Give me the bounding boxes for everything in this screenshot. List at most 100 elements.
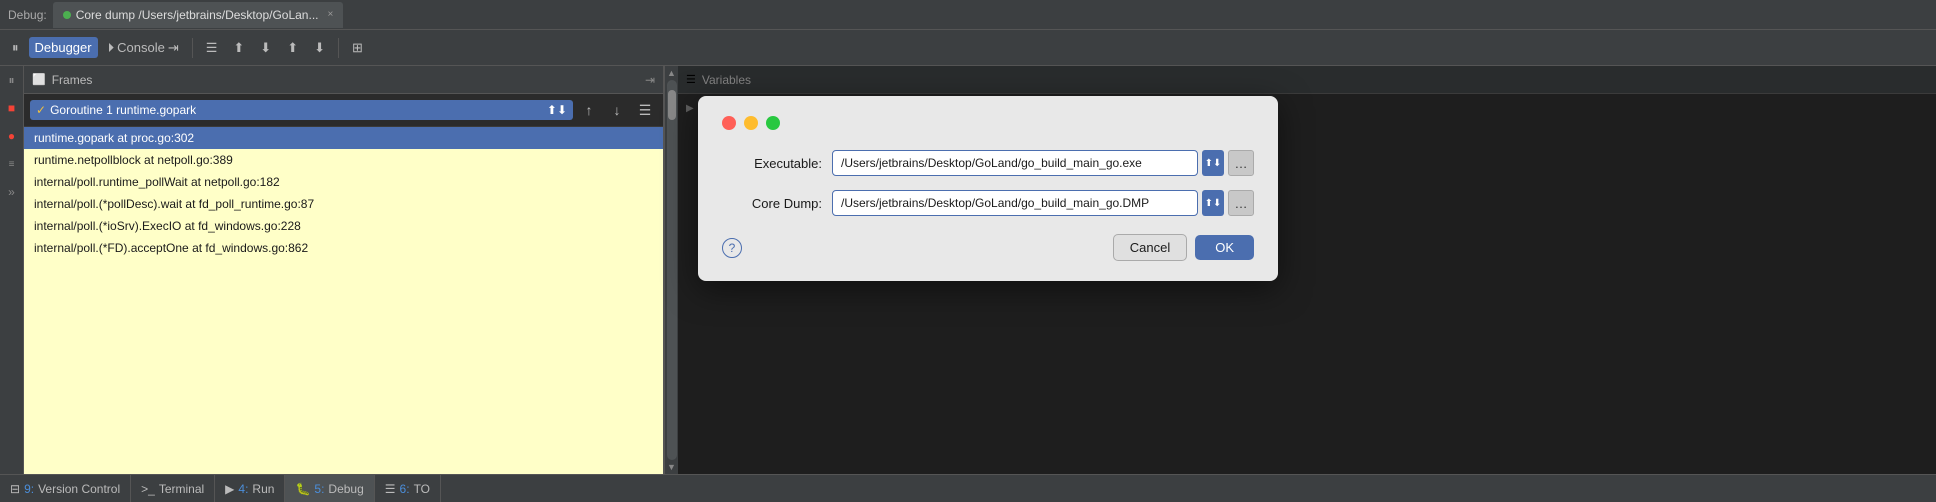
coredump-dropdown-btn[interactable]: ⬆⬇ bbox=[1202, 190, 1224, 216]
coredump-ellipsis-btn[interactable]: … bbox=[1228, 190, 1254, 216]
bottom-item-label: Debug bbox=[328, 482, 363, 496]
bottom-item-label: TO bbox=[414, 482, 430, 496]
help-icon: ? bbox=[729, 241, 736, 255]
goroutine-dropdown[interactable]: ✓ Goroutine 1 runtime.gopark ⬆⬇ bbox=[30, 100, 573, 120]
dropdown-arrow-icon: ⬆⬇ bbox=[547, 103, 567, 117]
traffic-light-yellow[interactable] bbox=[744, 116, 758, 130]
debugger-tab[interactable]: Debugger bbox=[29, 37, 98, 58]
bottom-item-icon: ▶ bbox=[225, 482, 234, 496]
frames-panel: ⬜ Frames ⇥ ✓ Goroutine 1 runtime.gopark … bbox=[24, 66, 664, 474]
table-icon: ⊞ bbox=[352, 40, 363, 56]
layout-icon-4: ⬆ bbox=[287, 40, 298, 56]
ok-button[interactable]: OK bbox=[1195, 235, 1254, 260]
sidebar-lines-icon[interactable]: ≡ bbox=[2, 154, 22, 174]
check-icon: ✓ bbox=[36, 103, 46, 117]
bottom-bar-item[interactable]: ⊟9:Version Control bbox=[0, 475, 131, 502]
tab-bar: Debug: Core dump /Users/jetbrains/Deskto… bbox=[0, 0, 1936, 30]
traffic-light-red[interactable] bbox=[722, 116, 736, 130]
toolbar-sep-2 bbox=[338, 38, 339, 58]
frame-list-item[interactable]: runtime.gopark at proc.go:302 bbox=[24, 127, 663, 149]
traffic-lights bbox=[722, 116, 1254, 130]
bottom-item-icon: 🐛 bbox=[295, 482, 310, 496]
executable-label: Executable: bbox=[722, 156, 822, 171]
debug-tab[interactable]: Core dump /Users/jetbrains/Desktop/GoLan… bbox=[53, 2, 344, 28]
bottom-item-label: Terminal bbox=[159, 482, 204, 496]
table-btn[interactable]: ⊞ bbox=[346, 37, 369, 59]
scroll-thumb bbox=[668, 90, 676, 120]
toolbar: ⏸ Debugger ⏵ Console ⇥ ☰ ⬆ ⬇ ⬆ ⬇ ⊞ bbox=[0, 30, 1936, 66]
toolbar-sep-1 bbox=[192, 38, 193, 58]
bottom-item-num: 6: bbox=[400, 482, 410, 496]
sidebar-pause-icon[interactable]: ⏸ bbox=[2, 70, 22, 90]
console-tab[interactable]: ⏵ Console ⇥ bbox=[102, 37, 185, 59]
debugger-label: Debugger bbox=[35, 40, 92, 55]
cancel-button[interactable]: Cancel bbox=[1113, 234, 1187, 261]
scroll-track[interactable] bbox=[667, 80, 677, 460]
sidebar-stop-icon[interactable]: ■ bbox=[2, 98, 22, 118]
bottom-bar-item[interactable]: >_ Terminal bbox=[131, 475, 215, 502]
coredump-label: Core Dump: bbox=[722, 196, 822, 211]
left-scrollbar[interactable]: ▲ ▼ bbox=[664, 66, 678, 474]
green-dot-icon bbox=[63, 11, 71, 19]
layout-icon-1: ☰ bbox=[206, 40, 218, 56]
coredump-row: Core Dump: ⬆⬇ … bbox=[722, 190, 1254, 216]
left-sidebar: ⏸ ■ ● ≡ » bbox=[0, 66, 24, 474]
dialog-overlay: Executable: ⬆⬇ … Core Dump: ⬆⬇ … bbox=[678, 66, 1936, 474]
main-content: ⏸ ■ ● ≡ » ⬜ Frames ⇥ ✓ Goroutine 1 runti… bbox=[0, 66, 1936, 474]
traffic-light-green[interactable] bbox=[766, 116, 780, 130]
frame-up-btn[interactable]: ↑ bbox=[577, 98, 601, 122]
frame-list: runtime.gopark at proc.go:302runtime.net… bbox=[24, 127, 663, 474]
dialog-actions: ? Cancel OK bbox=[722, 234, 1254, 261]
debug-label: Debug: bbox=[8, 8, 47, 22]
sidebar-record-icon[interactable]: ● bbox=[2, 126, 22, 146]
frame-down-btn[interactable]: ↓ bbox=[605, 98, 629, 122]
core-dump-dialog: Executable: ⬆⬇ … Core Dump: ⬆⬇ … bbox=[698, 96, 1278, 281]
bottom-item-num: 4: bbox=[238, 482, 248, 496]
frame-list-item[interactable]: internal/poll.runtime_pollWait at netpol… bbox=[24, 171, 663, 193]
bottom-item-label: Run bbox=[252, 482, 274, 496]
bottom-item-icon: ☰ bbox=[385, 482, 396, 496]
layout-icon-3: ⬇ bbox=[260, 40, 271, 56]
bottom-item-icon: >_ bbox=[141, 482, 155, 496]
variables-panel: ☰ Variables ▶Plock={unsafe.Pointer}Preas… bbox=[678, 66, 1936, 474]
frames-panel-header: ⬜ Frames ⇥ bbox=[24, 66, 663, 94]
executable-ellipsis-btn[interactable]: … bbox=[1228, 150, 1254, 176]
frame-menu-btn[interactable]: ☰ bbox=[633, 98, 657, 122]
bottom-bar-item[interactable]: ▶ 4: Run bbox=[215, 475, 285, 502]
bottom-item-label: Version Control bbox=[38, 482, 120, 496]
layout-icon-5: ⬇ bbox=[314, 40, 325, 56]
tab-close-icon[interactable]: × bbox=[327, 9, 333, 20]
console-icon: ⏵ bbox=[108, 40, 115, 56]
console-label: Console bbox=[117, 40, 165, 55]
tab-title: Core dump /Users/jetbrains/Desktop/GoLan… bbox=[76, 8, 319, 22]
executable-row: Executable: ⬆⬇ … bbox=[722, 150, 1254, 176]
executable-input-wrap: ⬆⬇ … bbox=[832, 150, 1254, 176]
layout-btn-1[interactable]: ☰ bbox=[200, 37, 224, 59]
executable-dropdown-btn[interactable]: ⬆⬇ bbox=[1202, 150, 1224, 176]
layout-btn-4[interactable]: ⬆ bbox=[281, 37, 304, 59]
bottom-bar-item[interactable]: ☰ 6: TO bbox=[375, 475, 441, 502]
coredump-input-wrap: ⬆⬇ … bbox=[832, 190, 1254, 216]
bottom-item-num: 5: bbox=[314, 482, 324, 496]
console-restore-icon: ⇥ bbox=[168, 40, 179, 56]
bottom-bar-item[interactable]: 🐛 5: Debug bbox=[285, 475, 374, 502]
executable-input[interactable] bbox=[832, 150, 1198, 176]
frame-list-item[interactable]: internal/poll.(*pollDesc).wait at fd_pol… bbox=[24, 193, 663, 215]
layout-icon-2: ⬆ bbox=[233, 40, 244, 56]
scroll-up-arrow[interactable]: ▲ bbox=[667, 68, 676, 78]
frames-label: Frames bbox=[52, 73, 93, 87]
pause-button[interactable]: ⏸ bbox=[6, 37, 25, 59]
scroll-down-arrow[interactable]: ▼ bbox=[667, 462, 676, 472]
coredump-input[interactable] bbox=[832, 190, 1198, 216]
layout-btn-3[interactable]: ⬇ bbox=[254, 37, 277, 59]
frame-list-item[interactable]: internal/poll.(*ioSrv).ExecIO at fd_wind… bbox=[24, 215, 663, 237]
frame-list-item[interactable]: runtime.netpollblock at netpoll.go:389 bbox=[24, 149, 663, 171]
help-button[interactable]: ? bbox=[722, 238, 742, 258]
sidebar-double-arrow-icon[interactable]: » bbox=[2, 182, 22, 202]
layout-btn-2[interactable]: ⬆ bbox=[227, 37, 250, 59]
frame-list-item[interactable]: internal/poll.(*FD).acceptOne at fd_wind… bbox=[24, 237, 663, 259]
frames-toolbar: ✓ Goroutine 1 runtime.gopark ⬆⬇ ↑ ↓ ☰ bbox=[24, 94, 663, 127]
layout-btn-5[interactable]: ⬇ bbox=[308, 37, 331, 59]
frames-pin-icon[interactable]: ⇥ bbox=[645, 73, 655, 87]
goroutine-label: Goroutine 1 runtime.gopark bbox=[50, 103, 196, 117]
